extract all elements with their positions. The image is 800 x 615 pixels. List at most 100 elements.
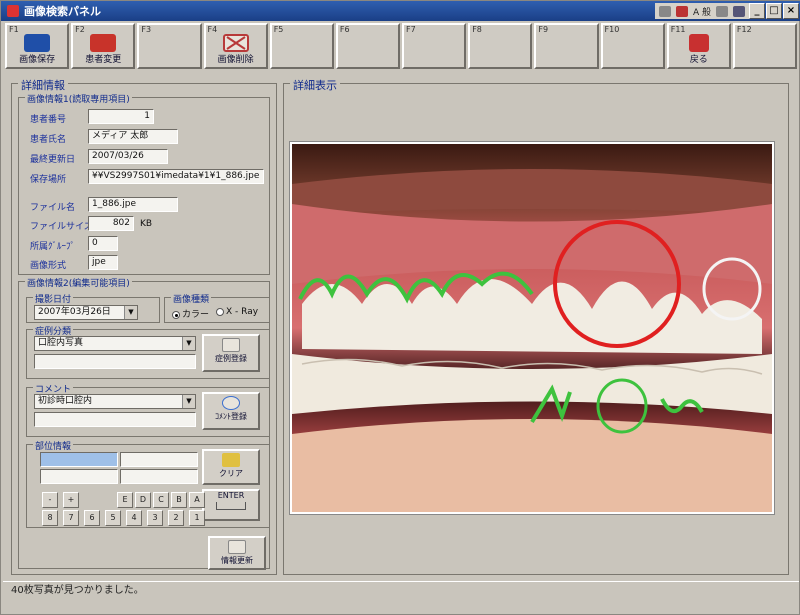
close-button[interactable]: ×	[783, 3, 799, 19]
chevron-down-icon[interactable]: ▼	[182, 395, 195, 408]
comment-value: 初診時口腔内	[38, 396, 93, 406]
file-size-label: ファイルサイズ	[30, 222, 93, 232]
last-updated-field: 2007/03/26	[88, 149, 168, 164]
tray-icon[interactable]	[716, 5, 728, 17]
type-xray-radio[interactable]: X - Ray	[216, 307, 258, 317]
update-icon	[228, 540, 246, 554]
last-updated-label: 最終更新日	[30, 155, 76, 165]
clear-label: クリア	[219, 469, 243, 478]
key-b[interactable]: B	[171, 492, 187, 508]
file-size-unit: KB	[140, 219, 153, 229]
save-location-label: 保存場所	[30, 175, 67, 185]
key-d[interactable]: D	[135, 492, 151, 508]
chevron-down-icon[interactable]: ▼	[124, 306, 137, 319]
f12-button[interactable]: F12	[732, 23, 798, 69]
window-title: 画像検索パネル	[24, 5, 101, 18]
key-1[interactable]: 1	[189, 510, 205, 526]
title-bar[interactable]: 画像検索パネル A 般 _ □ ×	[1, 1, 800, 21]
case-dropdown[interactable]: 口腔内写真 ▼	[34, 336, 196, 351]
format-label: 画像形式	[30, 261, 67, 271]
f6-button[interactable]: F6	[335, 23, 401, 69]
change-patient-icon	[90, 34, 117, 52]
f11-back-button[interactable]: F11 戻る	[666, 23, 731, 69]
key-8[interactable]: 8	[42, 510, 58, 526]
system-tray: A 般	[654, 3, 749, 19]
ime-indicator[interactable]: A 般	[693, 5, 711, 18]
fkey-label: F8	[472, 25, 482, 34]
site-field-upper-left[interactable]	[120, 452, 198, 467]
dental-photo[interactable]	[292, 144, 772, 512]
f4-delete-image-button[interactable]: F4 画像削除	[203, 23, 268, 69]
patient-no-field: 1	[88, 109, 154, 124]
key-c[interactable]: C	[153, 492, 169, 508]
clear-button[interactable]: クリア	[202, 449, 260, 485]
shot-date-picker[interactable]: 2007年03月26日 ▼	[34, 305, 138, 320]
f5-button[interactable]: F5	[269, 23, 334, 69]
detail-view-title: 詳細表示	[290, 77, 340, 93]
comment-icon	[222, 396, 240, 410]
f1-save-image-button[interactable]: F1 画像保存	[5, 23, 70, 69]
fkey-text: 戻る	[689, 55, 708, 65]
comment-detail-field[interactable]	[34, 412, 196, 427]
key-5[interactable]: 5	[105, 510, 121, 526]
site-field-lower-left[interactable]	[120, 469, 198, 484]
key-2[interactable]: 2	[168, 510, 184, 526]
f3-button[interactable]: F3	[137, 23, 202, 69]
register-icon	[222, 338, 240, 352]
eraser-icon	[222, 453, 240, 467]
type-color-radio[interactable]: カラー	[172, 307, 209, 320]
site-field-lower-right[interactable]	[40, 469, 118, 484]
fkey-label: F11	[670, 25, 686, 34]
function-key-bar: F1 画像保存 F2 患者変更 F3 F4 画像削除 F5 F6 F7 F8 F…	[5, 23, 798, 69]
enter-icon	[216, 502, 246, 510]
key-3[interactable]: 3	[147, 510, 163, 526]
info2-title: 画像情報2(編集可能項目)	[25, 276, 132, 289]
file-name-field: 1_886.jpe	[88, 197, 178, 212]
status-text: 40枚写真が見つかりました。	[11, 585, 144, 596]
site-field-upper-right[interactable]	[40, 452, 118, 467]
case-detail-field[interactable]	[34, 354, 196, 369]
fkey-text: 画像保存	[19, 55, 56, 65]
maximize-button[interactable]: □	[766, 3, 782, 19]
fkey-label: F1	[9, 25, 19, 34]
detail-info-title: 詳細情報	[18, 77, 68, 93]
fkey-label: F6	[339, 25, 350, 34]
patient-no-label: 患者番号	[30, 115, 67, 125]
tray-icon[interactable]	[733, 5, 745, 17]
patient-name-label: 患者氏名	[30, 135, 67, 145]
f9-button[interactable]: F9	[534, 23, 599, 69]
fkey-label: F10	[604, 25, 620, 34]
radio-icon	[216, 307, 224, 316]
shot-date-value: 2007年03月26日	[38, 307, 111, 317]
f8-button[interactable]: F8	[468, 23, 533, 69]
back-icon	[688, 34, 709, 52]
shot-date-label: 撮影日付	[33, 292, 74, 305]
update-info-button[interactable]: 情報更新	[208, 536, 266, 570]
key-e[interactable]: E	[117, 492, 133, 508]
case-register-button[interactable]: 症例登録	[202, 334, 260, 372]
group-label: 所属ｸﾞﾙｰﾌﾟ	[30, 242, 76, 252]
info1-title: 画像情報1(読取専用項目)	[25, 92, 132, 105]
minimize-button[interactable]: _	[749, 3, 765, 19]
key-6[interactable]: 6	[84, 510, 100, 526]
f7-button[interactable]: F7	[402, 23, 467, 69]
key-plus[interactable]: +	[63, 492, 79, 508]
enter-button[interactable]: ENTER	[202, 489, 260, 521]
group-field: 0	[88, 236, 118, 251]
f10-button[interactable]: F10	[600, 23, 665, 69]
status-bar: 40枚写真が見つかりました。	[3, 581, 799, 599]
tray-icon[interactable]	[658, 5, 671, 17]
key-7[interactable]: 7	[63, 510, 79, 526]
chevron-down-icon[interactable]: ▼	[182, 337, 195, 350]
key-4[interactable]: 4	[126, 510, 142, 526]
fkey-label: F3	[141, 25, 152, 34]
f2-change-patient-button[interactable]: F2 患者変更	[71, 23, 136, 69]
key-minus[interactable]: -	[42, 492, 58, 508]
fkey-label: F7	[406, 25, 416, 34]
tray-icon[interactable]	[675, 5, 688, 17]
fkey-text: 患者変更	[85, 55, 122, 65]
save-location-field: ¥¥VS2997S01¥imedata¥1¥1_886.jpe	[88, 169, 264, 184]
comment-dropdown[interactable]: 初診時口腔内 ▼	[34, 394, 196, 409]
comment-register-button[interactable]: ｺﾒﾝﾄ登録	[202, 392, 260, 430]
key-a[interactable]: A	[189, 492, 205, 508]
